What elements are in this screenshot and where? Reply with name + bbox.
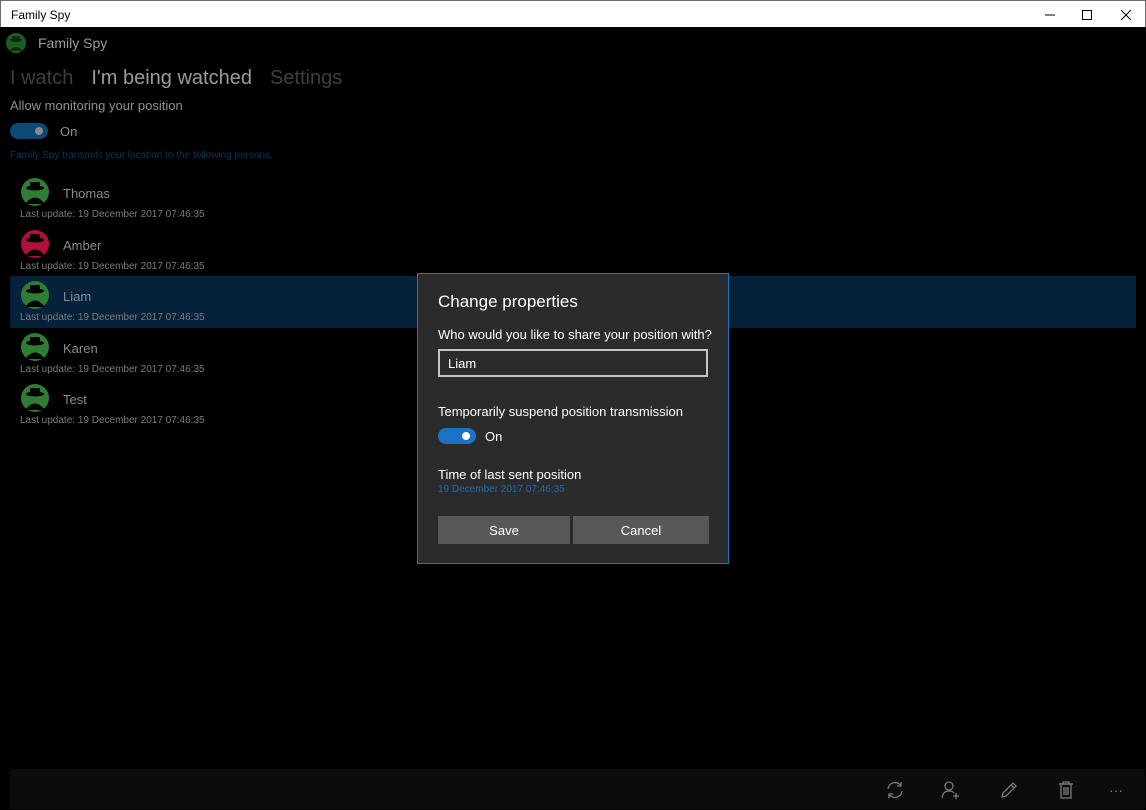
change-properties-dialog: Change properties Who would you like to … — [417, 273, 729, 564]
bottom-app-bar: ··· — [10, 769, 1145, 809]
add-person-button[interactable] — [940, 779, 962, 801]
add-person-icon — [941, 781, 959, 799]
save-button[interactable]: Save — [438, 516, 570, 544]
person-last-update: Last update: 19 December 2017 07:46:35 — [20, 209, 205, 220]
person-name: Liam — [63, 289, 92, 304]
allow-monitoring-state: On — [60, 123, 78, 139]
allow-monitoring-toggle[interactable] — [10, 123, 48, 139]
close-icon — [1121, 9, 1131, 20]
suspend-state: On — [485, 428, 503, 444]
spy-logo-icon — [6, 33, 26, 53]
person-name: Thomas — [63, 186, 110, 201]
app-name: Family Spy — [38, 35, 108, 51]
edit-button[interactable] — [998, 779, 1020, 801]
minimize-button[interactable] — [1031, 1, 1069, 28]
spy-avatar-icon — [21, 332, 49, 361]
suspend-toggle[interactable] — [438, 428, 476, 444]
suspend-toggle-row: On — [438, 428, 502, 444]
spy-avatar-icon — [21, 281, 49, 309]
maximize-button[interactable] — [1068, 1, 1106, 28]
spy-avatar-icon — [21, 229, 49, 258]
share-with-label: Who would you like to share your positio… — [438, 327, 712, 342]
delete-icon — [1059, 781, 1073, 799]
close-button[interactable] — [1107, 1, 1145, 28]
person-name: Karen — [63, 340, 98, 356]
spy-avatar-icon — [21, 384, 49, 412]
more-button[interactable]: ··· — [1105, 779, 1127, 801]
person-last-update: Last update: 19 December 2017 07:46:35 — [20, 312, 205, 323]
spy-avatar-icon — [21, 178, 49, 206]
person-last-update: Last update: 19 December 2017 07:46:35 — [20, 415, 205, 426]
allow-monitoring-label: Allow monitoring your position — [10, 98, 183, 113]
person-row[interactable]: Thomas Last update: 19 December 2017 07:… — [10, 173, 1136, 225]
delete-button[interactable] — [1055, 779, 1077, 801]
tab-i-watch[interactable]: I watch — [10, 67, 73, 90]
dialog-title: Change properties — [438, 292, 578, 311]
pivot-tabs: I watch I'm being watched Settings — [10, 67, 342, 90]
maximize-icon — [1082, 9, 1092, 20]
window-titlebar: Family Spy — [0, 0, 1146, 27]
last-sent-value: 19 December 2017 07:46:35 — [438, 484, 565, 495]
suspend-label: Temporarily suspend position transmissio… — [438, 404, 683, 419]
tab-being-watched[interactable]: I'm being watched — [91, 67, 252, 90]
person-last-update: Last update: 19 December 2017 07:46:35 — [20, 363, 205, 375]
sync-icon — [887, 781, 903, 799]
person-row[interactable]: Amber Last update: 19 December 2017 07:4… — [10, 225, 1136, 277]
transmit-note: Family Spy transmits your location to th… — [10, 150, 273, 161]
cancel-button[interactable]: Cancel — [573, 516, 709, 544]
app-header — [5, 31, 27, 55]
minimize-icon — [1045, 14, 1055, 15]
window-title: Family Spy — [11, 8, 71, 22]
share-with-input[interactable] — [438, 349, 708, 377]
sync-button[interactable] — [884, 779, 906, 801]
edit-icon — [1001, 782, 1017, 798]
last-sent-label: Time of last sent position — [438, 467, 582, 482]
person-last-update: Last update: 19 December 2017 07:46:35 — [20, 260, 205, 272]
more-icon: ··· — [1109, 782, 1123, 798]
person-name: Test — [63, 392, 87, 407]
allow-monitoring-toggle-row: On — [10, 123, 77, 139]
tab-settings[interactable]: Settings — [270, 67, 342, 90]
person-name: Amber — [63, 237, 102, 253]
